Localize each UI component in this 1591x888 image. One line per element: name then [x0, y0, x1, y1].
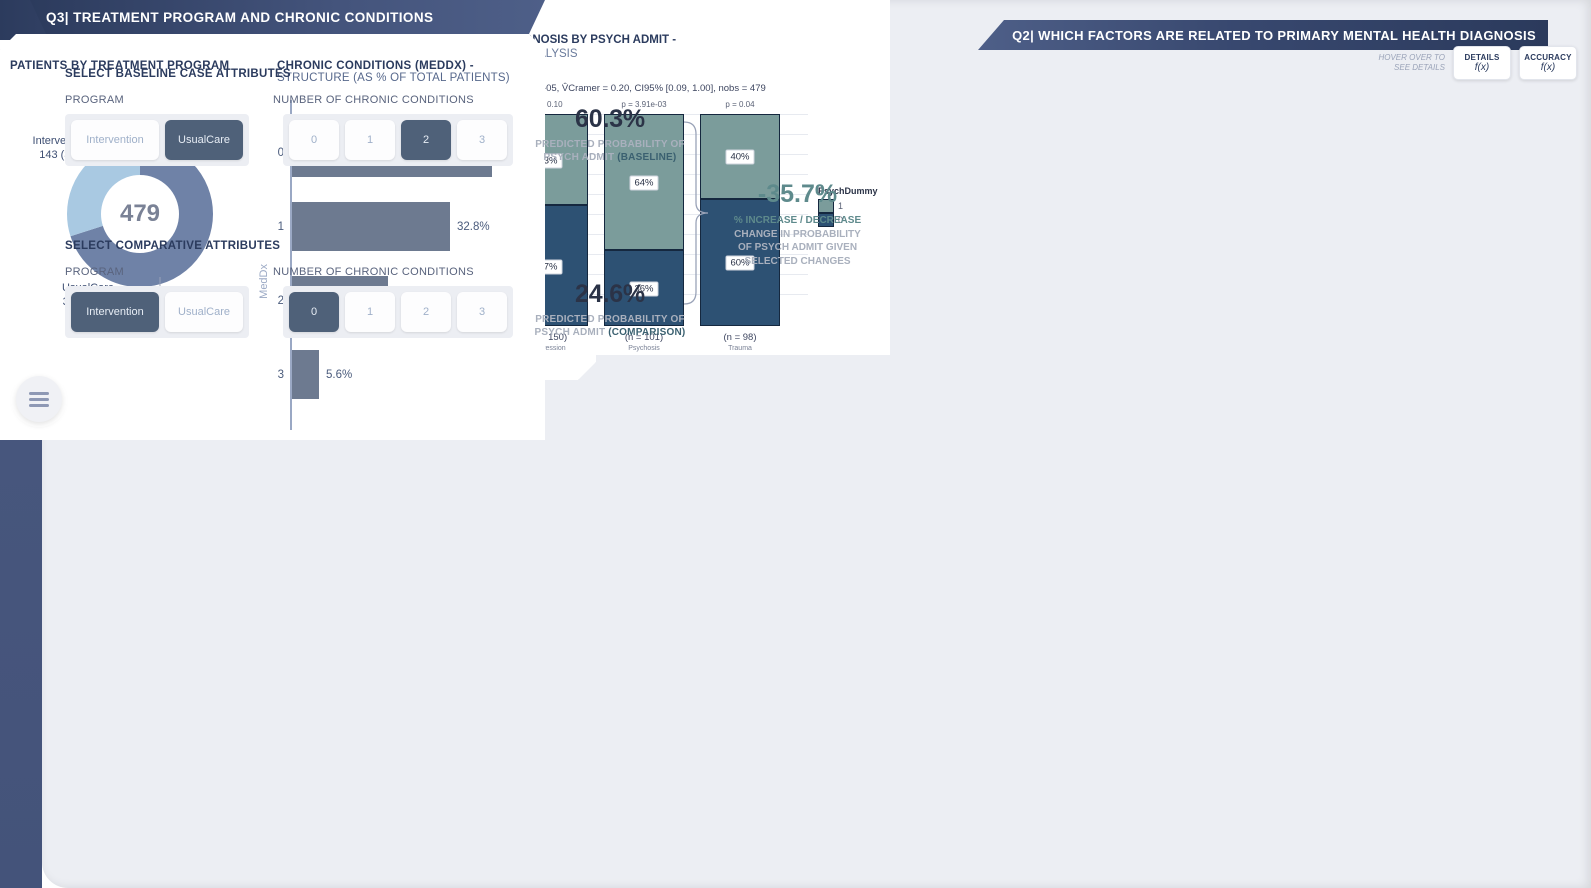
kpi-baseline-caption-2-wrap: PSYCH ADMIT (BASELINE): [520, 151, 700, 164]
baseline-conditions-slicer[interactable]: 0 1 2 3: [283, 114, 513, 166]
meddx-cat-3: 3: [277, 368, 284, 381]
baseline-title: SELECT BASELINE CASE ATTRIBUTES: [65, 68, 291, 80]
kpi-comparison-caption-2-wrap: PSYCH ADMIT (COMPARISON): [520, 326, 700, 339]
kpi-comparison: 24.6% PREDICTED PROBABILITY OF PSYCH ADM…: [520, 280, 700, 339]
stacked-n-label: (n = 98): [723, 332, 757, 343]
kpi-baseline-caption-1: PREDICTED PROBABILITY OF: [535, 139, 685, 150]
comparison-title: SELECT COMPARATIVE ATTRIBUTES: [65, 240, 281, 252]
kpi-comparison-caption-bold: (COMPARISON): [608, 327, 686, 338]
baseline-program-label: PROGRAM: [65, 94, 124, 106]
accuracy-fx-icon: f(x): [1540, 62, 1556, 73]
stacked-category-label: Trauma: [728, 345, 752, 352]
comparison-conditions-chip-0[interactable]: 0: [289, 292, 339, 332]
comparison-program-group: PROGRAM: [65, 266, 215, 278]
comparison-program-label: PROGRAM: [65, 266, 124, 278]
meddx-val-1: 32.8%: [457, 220, 490, 233]
baseline-slicers: Intervention UsualCare 0 1 2 3: [65, 114, 513, 166]
comparison-conditions-group: NUMBER OF CHRONIC CONDITIONS: [273, 266, 474, 278]
meddx-bar-row-3[interactable]: 3 5.6%: [292, 350, 492, 399]
comparison-program-chip-intervention[interactable]: Intervention: [71, 292, 159, 332]
comparison-conditions-label: NUMBER OF CHRONIC CONDITIONS: [273, 266, 474, 278]
kpi-delta: -35.7% % INCREASE / DECREASE CHANGE IN P…: [715, 180, 880, 268]
comparison-conditions-chip-3[interactable]: 3: [457, 292, 507, 332]
meddx-cat-1: 1: [277, 220, 284, 233]
dashboard-root: ENTERPRISE DNA HEALTH-SUBSTANCE ABUSE DA…: [0, 0, 1591, 888]
kpi-delta-caption-1: % INCREASE / DECREASE: [733, 215, 862, 226]
kpi-baseline-caption: PREDICTED PROBABILITY OF PSYCH ADMIT (BA…: [520, 138, 700, 164]
meddx-val-3: 5.6%: [326, 368, 353, 381]
stacked-p-value: p = 0.04: [725, 100, 755, 109]
accuracy-button[interactable]: ACCURACY f(x): [1519, 46, 1577, 80]
baseline-program-chip-usualcare[interactable]: UsualCare: [165, 120, 243, 160]
kpi-delta-caption: % INCREASE / DECREASE CHANGE IN PROBABIL…: [715, 214, 880, 268]
stacked-segment-label-1: 64%: [629, 175, 659, 191]
kpi-baseline-caption-2: PSYCH ADMIT: [543, 152, 618, 163]
kpi-comparison-caption-1: PREDICTED PROBABILITY OF: [535, 314, 685, 325]
baseline-conditions-chip-0[interactable]: 0: [289, 120, 339, 160]
panel-q3-left-header: Q3| TREATMENT PROGRAM AND CHRONIC CONDIT…: [30, 0, 545, 34]
accuracy-button-label: ACCURACY: [1524, 53, 1572, 62]
baseline-program-slicer[interactable]: Intervention UsualCare: [65, 114, 249, 166]
baseline-program-chip-intervention[interactable]: Intervention: [71, 120, 159, 160]
hover-hint-line1: HOVER OVER TO: [1378, 52, 1445, 62]
comparison-slicers: Intervention UsualCare 0 1 2 3: [65, 286, 513, 338]
stacked-segment-label-1: 40%: [725, 149, 755, 165]
comparison-conditions-chip-2[interactable]: 2: [401, 292, 451, 332]
kpi-comparison-caption: PREDICTED PROBABILITY OF PSYCH ADMIT (CO…: [520, 313, 700, 339]
comparison-conditions-chip-1[interactable]: 1: [345, 292, 395, 332]
baseline-section: SELECT BASELINE CASE ATTRIBUTES PROGRAM …: [65, 68, 513, 166]
hamburger-bars: [29, 389, 49, 410]
kpi-comparison-value: 24.6%: [575, 280, 645, 308]
kpi-delta-caption-2: CHANGE IN PROBABILITY: [734, 228, 861, 240]
comparison-section: SELECT COMPARATIVE ATTRIBUTES PROGRAM NU…: [65, 240, 513, 338]
hamburger-icon[interactable]: [16, 376, 62, 422]
kpi-delta-caption-4: SELECTED CHANGES: [744, 255, 851, 267]
baseline-conditions-chip-3[interactable]: 3: [457, 120, 507, 160]
hover-hint-line2: SEE DETAILS: [1394, 63, 1445, 72]
kpi-brace-icon: [683, 121, 709, 305]
baseline-program-group: PROGRAM: [65, 94, 215, 106]
details-fx-icon: f(x): [1474, 62, 1490, 73]
hover-hint: HOVER OVER TO SEE DETAILS: [1378, 53, 1445, 74]
comparison-program-chip-usualcare[interactable]: UsualCare: [165, 292, 243, 332]
comparison-conditions-slicer[interactable]: 0 1 2 3: [283, 286, 513, 338]
kpi-comparison-caption-2: PSYCH ADMIT: [534, 327, 609, 338]
baseline-conditions-chip-2[interactable]: 2: [401, 120, 451, 160]
kpi-baseline-value: 60.3%: [575, 105, 645, 133]
baseline-conditions-group: NUMBER OF CHRONIC CONDITIONS: [273, 94, 474, 106]
kpi-baseline-caption-bold: (BASELINE): [617, 152, 677, 163]
details-button[interactable]: DETAILS f(x): [1453, 46, 1511, 80]
meddx-bar-3: 5.6%: [292, 350, 319, 399]
kpi-baseline: 60.3% PREDICTED PROBABILITY OF PSYCH ADM…: [520, 105, 700, 164]
q3-toolbar: HOVER OVER TO SEE DETAILS DETAILS f(x) A…: [1378, 46, 1577, 80]
kpi-delta-caption-3: OF PSYCH ADMIT GIVEN: [737, 242, 858, 253]
stacked-category-label: Psychosis: [628, 345, 660, 352]
baseline-conditions-chip-1[interactable]: 1: [345, 120, 395, 160]
details-button-label: DETAILS: [1464, 53, 1500, 62]
comparison-program-slicer[interactable]: Intervention UsualCare: [65, 286, 249, 338]
kpi-delta-value: -35.7%: [757, 180, 838, 208]
baseline-conditions-label: NUMBER OF CHRONIC CONDITIONS: [273, 94, 474, 106]
